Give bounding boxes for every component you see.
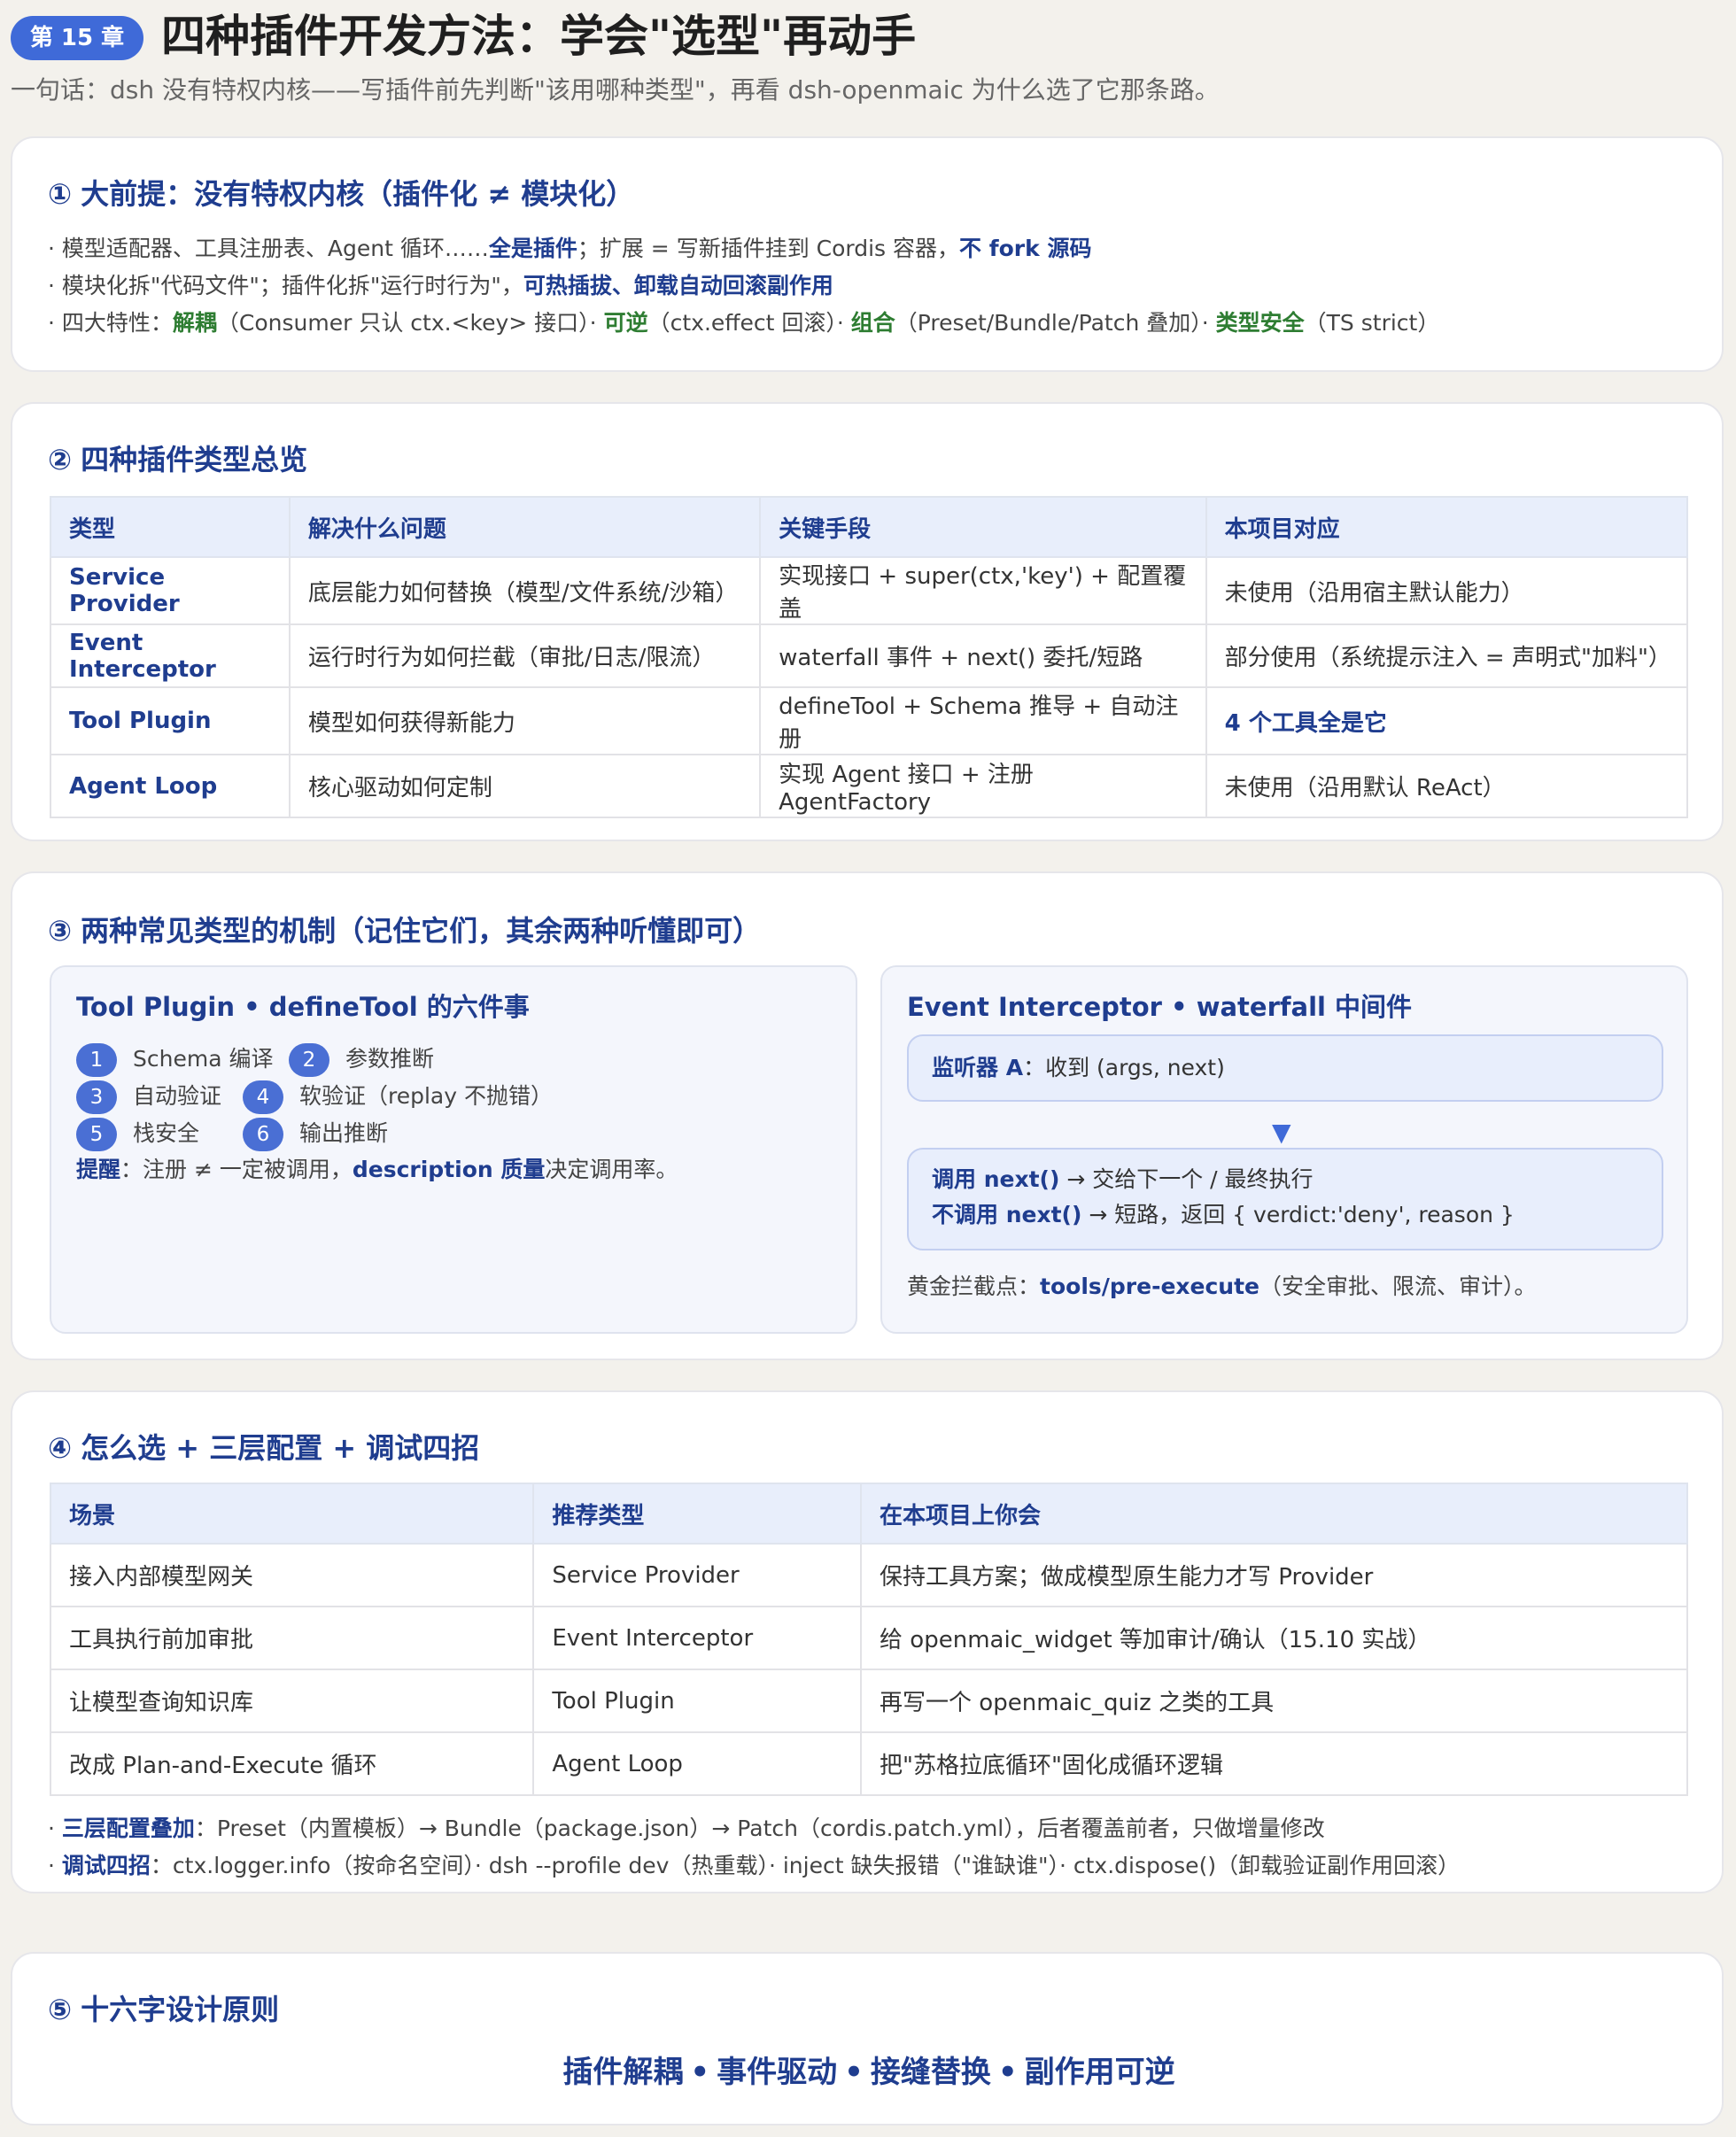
- table-cell: 接入内部模型网关: [49, 1543, 535, 1607]
- table-cell: 实现 Agent 接口 + 注册 AgentFactory: [759, 754, 1207, 818]
- number-badge: 2: [289, 1043, 329, 1077]
- table-row: Agent Loop 核心驱动如何定制 实现 Agent 接口 + 注册 Age…: [50, 754, 1689, 818]
- listener-box: 监听器 A：收到 (args, next): [907, 1034, 1663, 1102]
- section-title-text: 十六字设计原则: [81, 1993, 280, 2026]
- table-header-row: 类型 解决什么问题 关键手段 本项目对应: [50, 496, 1689, 558]
- config-debug-notes: · 三层配置叠加：Preset（内置模板）→ Bundle（package.js…: [48, 1810, 1460, 1885]
- down-arrow-icon: ▼: [1272, 1118, 1291, 1147]
- table-header-row: 场景 推荐类型 在本项目上你会: [49, 1483, 1688, 1545]
- table-cell: Agent Loop: [50, 754, 291, 818]
- page-subtitle: 一句话：dsh 没有特权内核——写插件前先判断"该用哪种类型"，再看 dsh-o…: [11, 75, 1220, 105]
- table-cell: waterfall 事件 + next() 委托/短路: [759, 623, 1207, 688]
- table-row: 改成 Plan-and-Execute 循环 Agent Loop 把"苏格拉底…: [49, 1731, 1688, 1796]
- section-number: ④: [48, 1431, 73, 1465]
- table-cell: 让模型查询知识库: [49, 1669, 535, 1733]
- section-title-text: 四种插件类型总览: [81, 443, 308, 476]
- table-cell: 模型如何获得新能力: [288, 686, 762, 755]
- table-cell: 工具执行前加审批: [49, 1606, 535, 1670]
- table-row: 让模型查询知识库 Tool Plugin 再写一个 openmaic_quiz …: [49, 1669, 1688, 1733]
- column-header: 场景: [49, 1483, 535, 1545]
- table-cell: 部分使用（系统提示注入 = 声明式"加料"）: [1205, 623, 1689, 688]
- table-cell: 运行时行为如何拦截（审批/日志/限流）: [288, 623, 762, 688]
- table-cell: Event Interceptor: [532, 1606, 863, 1670]
- section-mechanisms: ③ 两种常见类型的机制（记住它们，其余两种听懂即可） Tool Plugin • …: [11, 871, 1724, 1360]
- column-header: 解决什么问题: [288, 496, 762, 558]
- bullet-item: · 模块化拆"代码文件"；插件化拆"运行时行为"，可热插拔、卸载自动回滚副作用: [48, 273, 833, 298]
- column-header: 推荐类型: [532, 1483, 863, 1545]
- section-principles: ⑤ 十六字设计原则 插件解耦 • 事件驱动 • 接缝替换 • 副作用可逆: [11, 1952, 1724, 2125]
- section-title: ④ 怎么选 + 三层配置 + 调试四招: [48, 1426, 479, 1467]
- section-title-text: 怎么选 + 三层配置 + 调试四招: [81, 1431, 480, 1465]
- section-number: ①: [48, 177, 73, 211]
- section-premise: ① 大前提：没有特权内核（插件化 ≠ 模块化） · 模型适配器、工具注册表、Age…: [11, 136, 1724, 372]
- bullet-item: · 四大特性：解耦（Consumer 只认 ctx.<key> 接口）· 可逆（…: [48, 310, 1440, 336]
- bullet-item: · 三层配置叠加：Preset（内置模板）→ Bundle（package.js…: [48, 1816, 1325, 1841]
- section-number: ②: [48, 443, 73, 476]
- table-row: 工具执行前加审批 Event Interceptor 给 openmaic_wi…: [49, 1606, 1688, 1670]
- table-cell: Event Interceptor: [50, 623, 291, 688]
- table-row: Service Provider 底层能力如何替换（模型/文件系统/沙箱） 实现…: [50, 556, 1689, 625]
- table-cell: Tool Plugin: [50, 686, 291, 755]
- chapter-badge: 第 15 章: [11, 16, 143, 60]
- table-cell: 改成 Plan-and-Execute 循环: [49, 1731, 535, 1796]
- event-interceptor-panel: Event Interceptor • waterfall 中间件 监听器 A：…: [880, 965, 1688, 1334]
- number-badge: 1: [76, 1043, 117, 1077]
- table-cell: 未使用（沿用默认 ReAct）: [1205, 754, 1689, 818]
- section-selection: ④ 怎么选 + 三层配置 + 调试四招 场景 推荐类型 在本项目上你会 接入内部模…: [11, 1390, 1724, 1893]
- selection-table: 场景 推荐类型 在本项目上你会 接入内部模型网关 Service Provide…: [49, 1483, 1688, 1796]
- table-cell: Service Provider: [532, 1543, 863, 1607]
- table-cell: Service Provider: [50, 556, 291, 625]
- section-title-text: 两种常见类型的机制（记住它们，其余两种听懂即可）: [81, 914, 762, 948]
- section-title: ③ 两种常见类型的机制（记住它们，其余两种听懂即可）: [48, 909, 761, 949]
- table-row: Tool Plugin 模型如何获得新能力 defineTool + Schem…: [50, 686, 1689, 755]
- section-title-text: 大前提：没有特权内核（插件化 ≠ 模块化）: [81, 177, 635, 211]
- design-motto: 插件解耦 • 事件驱动 • 接缝替换 • 副作用可逆: [562, 2055, 1175, 2090]
- list-item: 1 Schema 编译 2 参数推断: [76, 1040, 434, 1078]
- table-cell: 把"苏格拉底循环"固化成循环逻辑: [860, 1731, 1688, 1796]
- table-cell: defineTool + Schema 推导 + 自动注册: [759, 686, 1207, 755]
- panel-title: Event Interceptor • waterfall 中间件: [907, 992, 1413, 1022]
- bullet-list: · 模型适配器、工具注册表、Agent 循环……全是插件；扩展 = 写新插件挂到…: [48, 230, 1439, 342]
- chapter-header: 第 15 章 四种插件开发方法：学会"选型"再动手 一句话：dsh 没有特权内核…: [0, 0, 1736, 124]
- number-badge: 4: [243, 1080, 283, 1114]
- column-header: 关键手段: [759, 496, 1207, 558]
- column-header: 类型: [50, 496, 291, 558]
- table-row: 接入内部模型网关 Service Provider 保持工具方案；做成模型原生能…: [49, 1543, 1688, 1607]
- bullet-item: · 模型适配器、工具注册表、Agent 循环……全是插件；扩展 = 写新插件挂到…: [48, 236, 1092, 261]
- list-item: 5 栈安全 6 输出推断: [76, 1114, 388, 1152]
- column-header: 在本项目上你会: [860, 1483, 1688, 1545]
- table-cell: 底层能力如何替换（模型/文件系统/沙箱）: [288, 556, 762, 625]
- section-plugin-types: ② 四种插件类型总览 类型 解决什么问题 关键手段 本项目对应 Service P…: [11, 402, 1724, 841]
- page-title: 四种插件开发方法：学会"选型"再动手: [161, 11, 917, 62]
- footnote-text: 黄金拦截点：tools/pre-execute（安全审批、限流、审计）。: [907, 1274, 1537, 1299]
- section-number: ⑤: [48, 1993, 73, 2026]
- column-header: 本项目对应: [1205, 496, 1689, 558]
- section-title: ② 四种插件类型总览: [48, 437, 307, 478]
- list-item: 3 自动验证 4 软验证（replay 不抛错）: [76, 1077, 553, 1115]
- table-cell: 4 个工具全是它: [1205, 686, 1689, 755]
- number-badge: 6: [243, 1118, 283, 1151]
- table-cell: 再写一个 openmaic_quiz 之类的工具: [860, 1669, 1688, 1733]
- panel-title: Tool Plugin • defineTool 的六件事: [76, 992, 530, 1022]
- table-cell: Agent Loop: [532, 1731, 863, 1796]
- bullet-item: · 调试四招：ctx.logger.info（按命名空间）· dsh --pro…: [48, 1853, 1461, 1878]
- table-cell: 给 openmaic_widget 等加审计/确认（15.10 实战）: [860, 1606, 1688, 1670]
- table-cell: 未使用（沿用宿主默认能力）: [1205, 556, 1689, 625]
- section-title: ⑤ 十六字设计原则: [48, 1987, 279, 2028]
- table-cell: 核心驱动如何定制: [288, 754, 762, 818]
- table-cell: 实现接口 + super(ctx,'key') + 配置覆盖: [759, 556, 1207, 625]
- section-number: ③: [48, 914, 73, 948]
- section-title: ① 大前提：没有特权内核（插件化 ≠ 模块化）: [48, 172, 634, 213]
- number-badge: 5: [76, 1118, 117, 1151]
- next-behavior-box: 调用 next() → 交给下一个 / 最终执行 不调用 next() → 短路…: [907, 1148, 1663, 1250]
- plugin-types-table: 类型 解决什么问题 关键手段 本项目对应 Service Provider 底层…: [50, 496, 1689, 818]
- tool-plugin-panel: Tool Plugin • defineTool 的六件事 1 Schema 编译…: [50, 965, 857, 1334]
- table-cell: Tool Plugin: [532, 1669, 863, 1733]
- table-cell: 保持工具方案；做成模型原生能力才写 Provider: [860, 1543, 1688, 1607]
- table-row: Event Interceptor 运行时行为如何拦截（审批/日志/限流） wa…: [50, 623, 1689, 688]
- number-badge: 3: [76, 1080, 117, 1114]
- tip-text: 提醒：注册 ≠ 一定被调用，description 质量决定调用率。: [76, 1157, 678, 1182]
